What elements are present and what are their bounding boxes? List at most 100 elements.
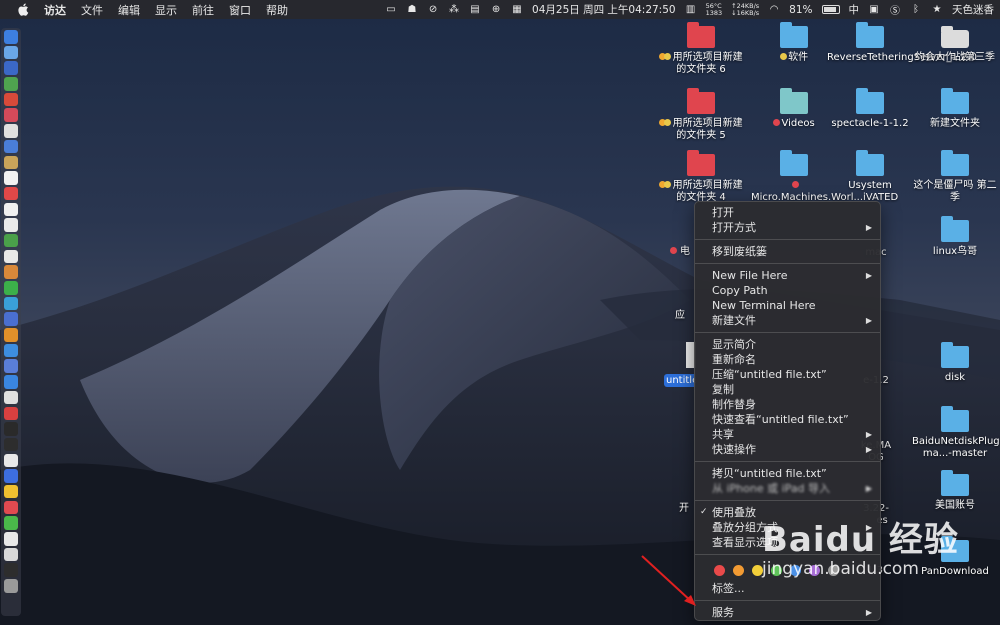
desktop-icon[interactable]: 这个是僵尸吗 第二季 [912,150,998,204]
dock-app-icon[interactable] [4,77,18,91]
desktop-icon[interactable]: BaiduNetdiskPlugin-ma...-master [912,406,1000,460]
context-menu-item[interactable]: 显示简介 [695,337,880,352]
context-menu-item[interactable]: 打开 [695,205,880,220]
input-method[interactable]: 中 [849,2,860,17]
dock-app-icon[interactable] [4,343,18,358]
dock-app-icon[interactable] [4,312,18,326]
dock-app-icon[interactable] [4,296,18,311]
context-menu-item[interactable]: 打开方式 ▶ [695,220,880,235]
desktop-icon[interactable]: Usystem [827,150,913,192]
context-menu-item[interactable]: New Terminal Here [695,298,880,313]
dock-app-icon[interactable] [4,453,18,468]
desktop-icon[interactable]: linux鸟哥 [912,216,998,258]
dock-app-icon[interactable] [4,281,18,295]
context-menu-item[interactable]: 标签... [695,581,880,596]
dock-app-icon[interactable] [4,233,18,248]
tag-color-dot[interactable] [714,564,725,576]
dock-app-icon[interactable] [4,218,18,232]
dock-app-icon[interactable] [4,328,18,342]
desktop-icon[interactable]: spectacle-1-1.2 [827,88,913,130]
dock-app-icon[interactable] [4,155,18,169]
dock-app-icon[interactable] [4,45,18,60]
context-menu-item[interactable]: 复制 [695,382,880,397]
calendar-icon[interactable]: ▦ [511,4,523,16]
dock-app-icon[interactable] [4,108,18,122]
context-menu-item[interactable]: 压缩“untitled file.txt” [695,367,880,382]
context-menu-item[interactable]: 服务 ▶ [695,605,880,620]
dock-app-icon[interactable] [4,171,18,185]
context-menu-item[interactable]: New File Here ▶ [695,268,880,283]
desktop-icon[interactable]: 约会大作战第三季 [912,26,998,64]
ghost-icon[interactable]: ☗ [406,4,418,16]
context-menu-item[interactable]: Copy Path [695,283,880,298]
message-icon[interactable]: ▤ [469,4,481,16]
bluetooth-icon[interactable]: ᛒ [910,4,922,16]
tag-color-dot[interactable] [733,564,744,576]
battery-icon[interactable] [821,5,840,14]
dock-app-icon[interactable] [4,563,18,577]
menu-edit[interactable]: 编辑 [118,2,140,18]
context-menu-item[interactable]: 新建文件 ▶ [695,313,880,328]
dock-app-icon[interactable] [4,30,18,44]
net-speed-readout[interactable]: ↑24KB/s ↓16KB/s [731,2,759,17]
menu-app-name[interactable]: 访达 [44,2,66,18]
desktop-icon[interactable]: Videos [751,88,837,130]
dock-app-icon[interactable] [4,547,18,562]
desktop-icon[interactable]: 用所选项目新建的文件夹 5 [658,88,744,142]
desktop-icon[interactable]: Micro.Machines.Worl...iVATED [751,150,898,204]
menu-window[interactable]: 窗口 [229,2,251,18]
dock-app-icon[interactable] [4,359,18,373]
dock-app-icon[interactable] [4,92,18,107]
icon-label-dian[interactable]: 电 [662,246,698,258]
menu-view[interactable]: 显示 [155,2,177,18]
context-menu-item[interactable]: 移到废纸篓 [695,244,880,259]
context-menu-item[interactable]: 重新命名 [695,352,880,367]
dock-app-icon[interactable] [4,484,18,499]
context-menu-item[interactable]: 共享 ▶ [695,427,880,442]
grid-icon[interactable]: ▣ [868,4,880,16]
dock-app-icon[interactable] [4,437,18,452]
desktop-icon[interactable]: 软件 [751,22,837,64]
dock-app-icon[interactable] [4,516,18,530]
dock-app-icon[interactable] [4,532,18,546]
apple-menu-icon[interactable] [16,3,30,17]
dock-app-icon[interactable] [4,469,18,483]
context-menu-item[interactable]: 快速查看“untitled file.txt” [695,412,880,427]
star-icon[interactable]: ★ [931,4,943,16]
desktop-icon[interactable]: 美国账号 [912,470,998,512]
dock-app-icon[interactable] [4,500,18,515]
desktop-icon[interactable]: disk [912,342,998,384]
battery-percent[interactable]: 81% [789,4,812,16]
s-app-icon[interactable]: Ⓢ [889,4,901,17]
user-name[interactable]: 天色迷香 [952,2,994,17]
icon-label-kai[interactable]: 开 [674,503,694,515]
desktop-icon[interactable]: ReverseTetheringServer_1.2.0 [827,22,977,64]
date-time[interactable]: 04月25日 周四 上午04:27:50 [532,2,676,17]
dock-app-icon[interactable] [4,265,18,279]
dock-app-icon[interactable] [4,139,18,154]
dock-app-icon[interactable] [4,61,18,75]
display-icon[interactable]: ▭ [385,4,397,16]
desktop-icon[interactable]: 用所选项目新建的文件夹 4 [658,150,744,204]
dock-app-icon[interactable] [4,186,18,201]
dock-app-icon[interactable] [4,124,18,138]
menu-go[interactable]: 前往 [192,2,214,18]
wifi-icon[interactable]: ◠ [768,4,780,16]
icon-label-ying[interactable]: 应 [665,310,695,322]
context-menu-item[interactable]: 快速操作 ▶ [695,442,880,457]
dock-app-icon[interactable] [4,375,18,389]
dock-app-icon[interactable] [4,390,18,405]
dots-icon[interactable]: ⁂ [448,4,460,16]
dock-app-icon[interactable] [4,579,18,593]
dock-app-icon[interactable] [4,422,18,436]
context-menu-item[interactable]: 制作替身 [695,397,880,412]
dock-app-icon[interactable] [4,202,18,217]
dock-app-icon[interactable] [4,406,18,420]
bookmark-icon[interactable]: ▥ [685,4,697,16]
context-menu-item[interactable]: 拷贝“untitled file.txt” [695,466,880,481]
selected-file-label[interactable]: untitled file.txt [664,374,696,387]
context-menu-item[interactable]: 从 iPhone 或 iPad 导入 ▶ [695,481,880,496]
globe-icon[interactable]: ⊕ [490,4,502,16]
cpu-temp-readout[interactable]: 56°C 1383 [706,2,723,17]
compass-icon[interactable]: ⊘ [427,4,439,16]
